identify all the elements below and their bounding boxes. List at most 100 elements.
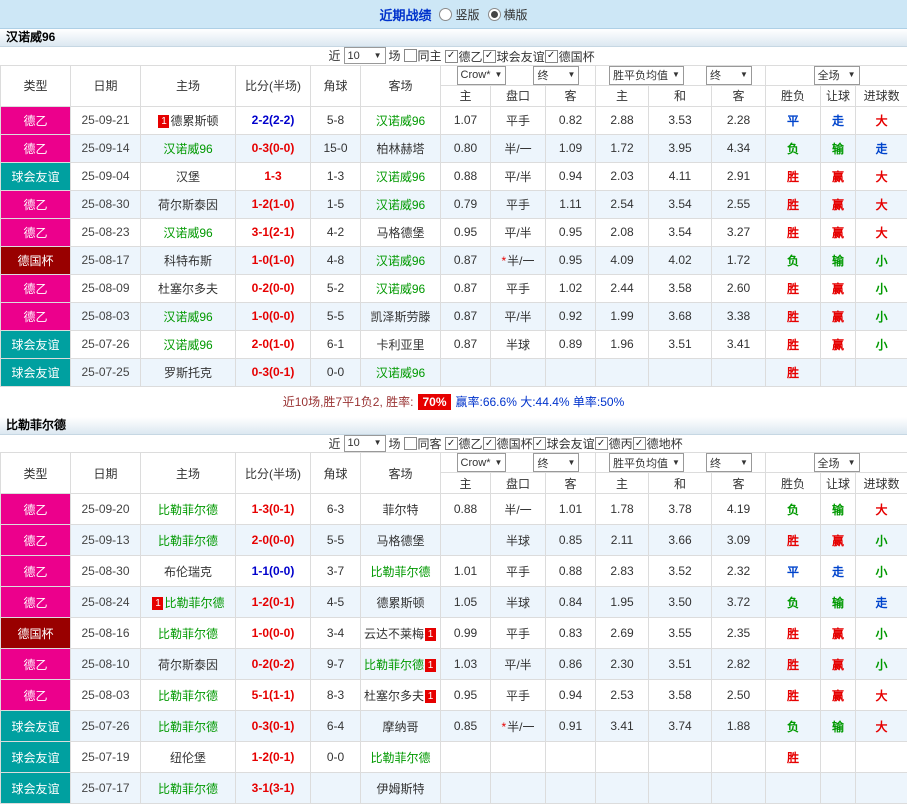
layout-radio-vertical[interactable]: 竖版 [439, 6, 479, 23]
league-filter-checkbox[interactable]: 德地杯 [633, 435, 683, 452]
average-select[interactable]: 胜平负均值▼ [609, 66, 684, 85]
team-name[interactable]: 汉诺威96 [163, 338, 212, 352]
odds-final-select[interactable]: 终▼ [533, 453, 579, 472]
away-team: 比勒菲尔德1 [361, 649, 441, 680]
match-count-select[interactable]: 10▼ [344, 47, 386, 64]
team-name[interactable]: 汉诺威96 [376, 282, 425, 296]
team-name[interactable]: 比勒菲尔德 [158, 782, 218, 796]
result-goals: 小 [856, 302, 907, 330]
team-name[interactable]: 摩纳哥 [382, 720, 418, 734]
team-name[interactable]: 比勒菲尔德 [164, 596, 224, 610]
match-date: 25-08-30 [71, 556, 141, 587]
result-handicap: 赢 [821, 680, 856, 711]
match-date: 25-08-16 [71, 618, 141, 649]
team-name[interactable]: 云达不莱梅 [364, 627, 424, 641]
team-name[interactable]: 汉诺威96 [376, 366, 425, 380]
average-final-select[interactable]: 终▼ [706, 66, 752, 85]
team-name[interactable]: 比勒菲尔德 [158, 720, 218, 734]
filter-unit-label: 场 [389, 47, 401, 64]
odds-handicap: 平手 [491, 106, 546, 134]
match-date: 25-08-09 [71, 274, 141, 302]
team-name[interactable]: 荷尔斯泰因 [158, 658, 218, 672]
team-name[interactable]: 科特布斯 [164, 254, 212, 268]
match-type: 球会友谊 [1, 162, 71, 190]
avg-home: 2.08 [596, 218, 649, 246]
team-name[interactable]: 伊姆斯特 [376, 782, 424, 796]
odds-final-select[interactable]: 终▼ [533, 66, 579, 85]
team-name[interactable]: 布伦瑞克 [164, 565, 212, 579]
team-name[interactable]: 柏林赫塔 [376, 142, 424, 156]
league-filter-checkbox[interactable]: 德国杯 [545, 48, 595, 65]
result-goals [856, 358, 907, 386]
team-name[interactable]: 比勒菲尔德 [158, 503, 218, 517]
avg-draw: 3.55 [649, 618, 712, 649]
scope-select[interactable]: 全场▼ [814, 453, 860, 472]
league-filter-checkbox[interactable]: 德国杯 [483, 435, 533, 452]
team-name[interactable]: 菲尔特 [382, 503, 418, 517]
team-name[interactable]: 比勒菲尔德 [364, 658, 424, 672]
average-select[interactable]: 胜平负均值▼ [609, 453, 684, 472]
league-filter-checkbox[interactable]: 德乙 [445, 435, 483, 452]
league-filter-checkbox[interactable]: 德丙 [595, 435, 633, 452]
match-row: 球会友谊25-07-19纽伦堡1-2(0-1)0-0比勒菲尔德胜 [1, 742, 907, 773]
match-score: 0-3(0-0) [236, 134, 311, 162]
team-name[interactable]: 汉诺威96 [163, 226, 212, 240]
result-handicap: 赢 [821, 618, 856, 649]
result-goals: 大 [856, 190, 907, 218]
corner-score: 15-0 [311, 134, 361, 162]
odds-handicap: 半球 [491, 525, 546, 556]
odds-handicap: *半/一 [491, 711, 546, 742]
checkbox-icon [533, 437, 546, 450]
team-name[interactable]: 卡利亚里 [376, 338, 424, 352]
col-avg-home: 主 [596, 85, 649, 106]
team-name[interactable]: 比勒菲尔德 [158, 627, 218, 641]
team-name[interactable]: 马格德堡 [376, 534, 424, 548]
away-team: 摩纳哥 [361, 711, 441, 742]
same-venue-checkbox[interactable]: 同客 [404, 435, 442, 452]
team-name: 汉诺威96 [0, 29, 907, 47]
avg-home: 3.41 [596, 711, 649, 742]
team-name[interactable]: 汉诺威96 [163, 142, 212, 156]
team-name[interactable]: 杜塞尔多夫 [364, 689, 424, 703]
checkbox-icon [404, 49, 417, 62]
team-name[interactable]: 汉堡 [176, 170, 200, 184]
odds-home: 1.05 [441, 587, 491, 618]
team-name[interactable]: 比勒菲尔德 [158, 534, 218, 548]
league-filter-checkbox[interactable]: 球会友谊 [483, 48, 545, 65]
layout-radio-horizontal[interactable]: 横版 [488, 6, 528, 23]
col-away: 客场 [361, 65, 441, 106]
result-goals: 小 [856, 525, 907, 556]
team-name[interactable]: 汉诺威96 [376, 198, 425, 212]
team-name[interactable]: 德累斯顿 [376, 596, 424, 610]
avg-draw: 3.51 [649, 649, 712, 680]
bookmaker-select[interactable]: Crow*▼ [457, 66, 507, 85]
team-name[interactable]: 比勒菲尔德 [370, 565, 430, 579]
team-name[interactable]: 马格德堡 [376, 226, 424, 240]
team-name[interactable]: 汉诺威96 [376, 114, 425, 128]
average-final-select[interactable]: 终▼ [706, 453, 752, 472]
same-venue-checkbox[interactable]: 同主 [404, 47, 442, 64]
match-score: 0-2(0-2) [236, 649, 311, 680]
team-name[interactable]: 凯泽斯劳滕 [370, 310, 430, 324]
match-count-select[interactable]: 10▼ [344, 435, 386, 452]
team-name[interactable]: 比勒菲尔德 [158, 689, 218, 703]
league-filter-checkbox[interactable]: 球会友谊 [533, 435, 595, 452]
result-goals: 大 [856, 218, 907, 246]
team-name[interactable]: 汉诺威96 [376, 254, 425, 268]
team-name[interactable]: 比勒菲尔德 [370, 751, 430, 765]
home-team: 荷尔斯泰因 [141, 190, 236, 218]
team-name[interactable]: 杜塞尔多夫 [158, 282, 218, 296]
team-name[interactable]: 纽伦堡 [170, 751, 206, 765]
bookmaker-select[interactable]: Crow*▼ [457, 453, 507, 472]
corner-score: 1-3 [311, 162, 361, 190]
team-name[interactable]: 德累斯顿 [170, 114, 218, 128]
team-name[interactable]: 荷尔斯泰因 [158, 198, 218, 212]
team-name[interactable]: 罗斯托克 [164, 366, 212, 380]
scope-select[interactable]: 全场▼ [814, 66, 860, 85]
team-name[interactable]: 汉诺威96 [163, 310, 212, 324]
avg-away: 4.19 [712, 494, 766, 525]
average-final-value: 终 [710, 455, 721, 471]
league-filter-checkbox[interactable]: 德乙 [445, 48, 483, 65]
match-score: 2-2(2-2) [236, 106, 311, 134]
team-name[interactable]: 汉诺威96 [376, 170, 425, 184]
